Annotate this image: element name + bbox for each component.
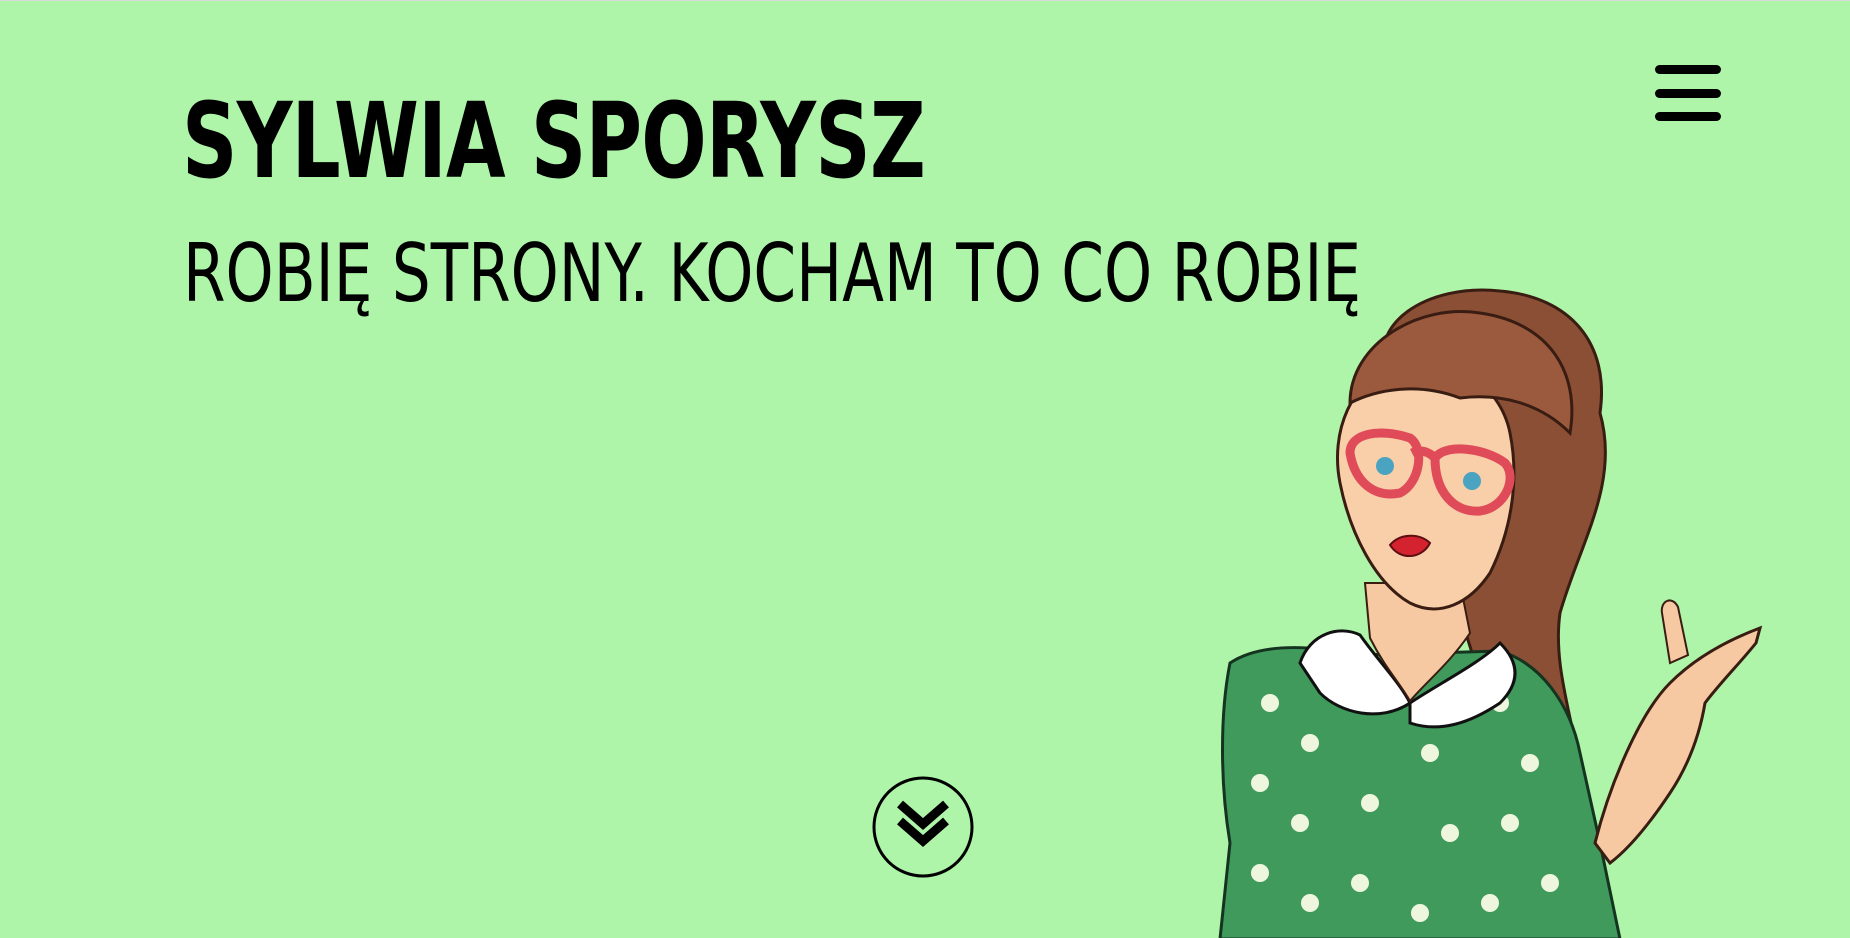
menu-bar-bottom bbox=[1655, 112, 1721, 121]
hero-section: SYLWIA SPORYSZ ROBIĘ STRONY. KOCHAM TO C… bbox=[0, 0, 1850, 938]
page-subtitle: ROBIĘ STRONY. KOCHAM TO CO ROBIĘ bbox=[183, 227, 1362, 320]
hamburger-menu-button[interactable] bbox=[1655, 65, 1721, 121]
menu-bar-middle bbox=[1655, 89, 1721, 98]
double-chevron-down-icon bbox=[872, 776, 974, 878]
menu-bar-top bbox=[1655, 65, 1721, 74]
page-title: SYLWIA SPORYSZ bbox=[182, 80, 926, 202]
pinup-woman-illustration bbox=[1218, 288, 1763, 938]
scroll-down-button[interactable] bbox=[872, 776, 974, 878]
